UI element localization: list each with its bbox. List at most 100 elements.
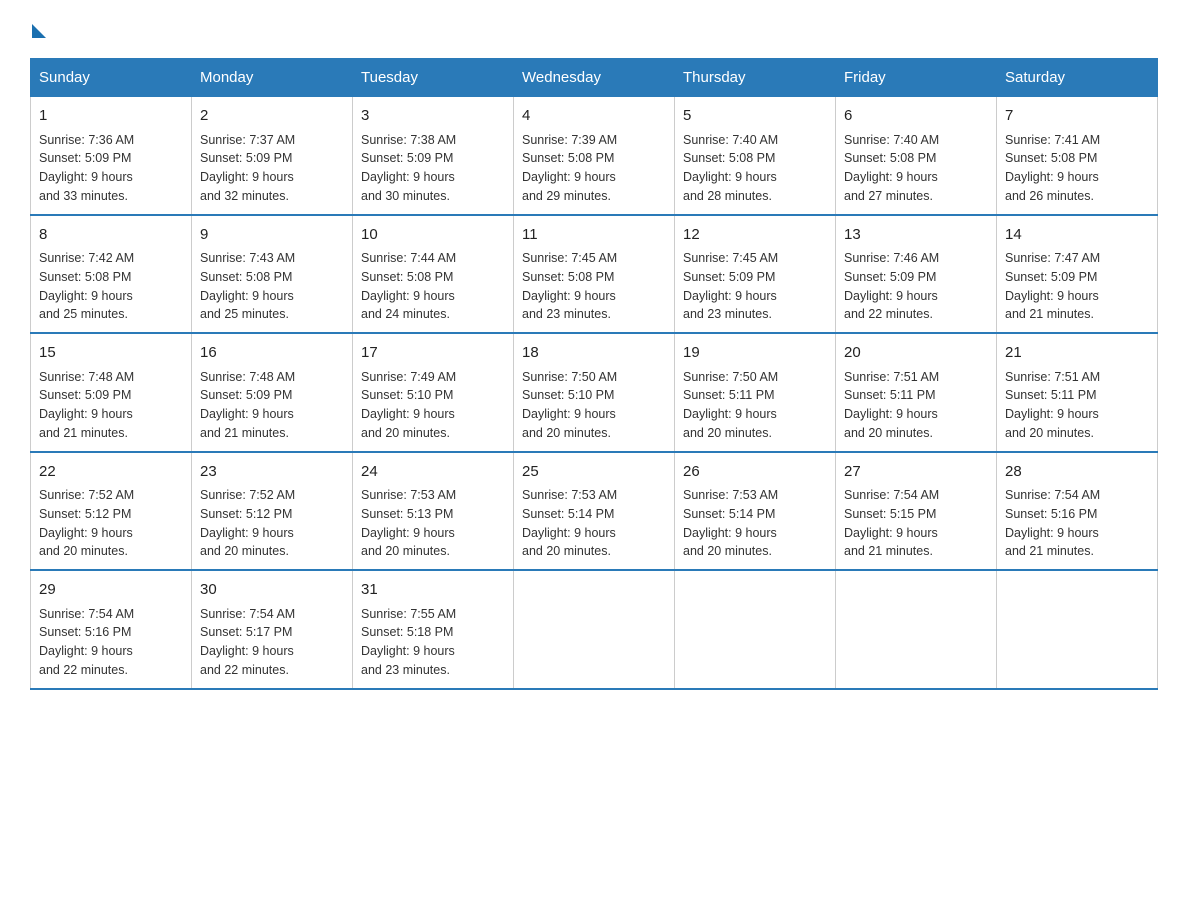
day-number: 29 — [39, 579, 183, 602]
calendar-day-cell: 24 Sunrise: 7:53 AMSunset: 5:13 PMDayligh… — [353, 452, 514, 571]
calendar-day-cell: 27 Sunrise: 7:54 AMSunset: 5:15 PMDayligh… — [836, 452, 997, 571]
day-info: Sunrise: 7:38 AMSunset: 5:09 PMDaylight:… — [361, 133, 456, 203]
calendar-day-cell: 31Sunrise: 7:55 AMSunset: 5:18 PMDayligh… — [353, 570, 514, 689]
page-header — [30, 20, 1158, 38]
calendar-day-cell: 4 Sunrise: 7:39 AMSunset: 5:08 PMDaylight… — [514, 97, 675, 215]
calendar-week-row: 8Sunrise: 7:42 AMSunset: 5:08 PMDaylight… — [31, 215, 1158, 334]
calendar-day-cell: 30Sunrise: 7:54 AMSunset: 5:17 PMDayligh… — [192, 570, 353, 689]
calendar-day-cell: 14Sunrise: 7:47 AMSunset: 5:09 PMDayligh… — [997, 215, 1158, 334]
day-number: 19 — [683, 342, 827, 365]
calendar-day-cell: 26Sunrise: 7:53 AMSunset: 5:14 PMDayligh… — [675, 452, 836, 571]
day-info: Sunrise: 7:45 AMSunset: 5:09 PMDaylight:… — [683, 251, 778, 321]
day-info: Sunrise: 7:43 AMSunset: 5:08 PMDaylight:… — [200, 251, 295, 321]
calendar-day-cell: 12 Sunrise: 7:45 AMSunset: 5:09 PMDayligh… — [675, 215, 836, 334]
logo — [30, 20, 46, 38]
day-info: Sunrise: 7:53 AMSunset: 5:14 PMDaylight:… — [522, 488, 617, 558]
calendar-day-cell: 18 Sunrise: 7:50 AMSunset: 5:10 PMDayligh… — [514, 333, 675, 452]
day-info: Sunrise: 7:47 AMSunset: 5:09 PMDaylight:… — [1005, 251, 1100, 321]
day-info: Sunrise: 7:54 AMSunset: 5:16 PMDaylight:… — [39, 607, 134, 677]
day-number: 8 — [39, 224, 183, 247]
day-info: Sunrise: 7:55 AMSunset: 5:18 PMDaylight:… — [361, 607, 456, 677]
calendar-table: SundayMondayTuesdayWednesdayThursdayFrid… — [30, 58, 1158, 690]
day-number: 5 — [683, 105, 827, 128]
day-number: 20 — [844, 342, 988, 365]
calendar-day-cell: 28 Sunrise: 7:54 AMSunset: 5:16 PMDayligh… — [997, 452, 1158, 571]
day-number: 1 — [39, 105, 183, 128]
day-number: 18 — [522, 342, 666, 365]
calendar-day-header: Saturday — [997, 59, 1158, 97]
day-number: 24 — [361, 461, 505, 484]
day-info: Sunrise: 7:54 AMSunset: 5:16 PMDaylight:… — [1005, 488, 1100, 558]
calendar-week-row: 15 Sunrise: 7:48 AMSunset: 5:09 PMDayligh… — [31, 333, 1158, 452]
day-number: 7 — [1005, 105, 1149, 128]
day-number: 3 — [361, 105, 505, 128]
day-number: 16 — [200, 342, 344, 365]
day-number: 28 — [1005, 461, 1149, 484]
day-info: Sunrise: 7:45 AMSunset: 5:08 PMDaylight:… — [522, 251, 617, 321]
day-info: Sunrise: 7:41 AMSunset: 5:08 PMDaylight:… — [1005, 133, 1100, 203]
calendar-day-header: Sunday — [31, 59, 192, 97]
day-info: Sunrise: 7:48 AMSunset: 5:09 PMDaylight:… — [39, 370, 134, 440]
day-info: Sunrise: 7:54 AMSunset: 5:15 PMDaylight:… — [844, 488, 939, 558]
calendar-day-cell: 23 Sunrise: 7:52 AMSunset: 5:12 PMDayligh… — [192, 452, 353, 571]
calendar-day-cell: 29 Sunrise: 7:54 AMSunset: 5:16 PMDayligh… — [31, 570, 192, 689]
calendar-header-row: SundayMondayTuesdayWednesdayThursdayFrid… — [31, 59, 1158, 97]
calendar-day-cell: 7 Sunrise: 7:41 AMSunset: 5:08 PMDaylight… — [997, 97, 1158, 215]
day-info: Sunrise: 7:54 AMSunset: 5:17 PMDaylight:… — [200, 607, 295, 677]
day-number: 4 — [522, 105, 666, 128]
day-number: 25 — [522, 461, 666, 484]
logo-triangle-icon — [32, 24, 46, 38]
calendar-day-cell: 1Sunrise: 7:36 AMSunset: 5:09 PMDaylight… — [31, 97, 192, 215]
day-info: Sunrise: 7:44 AMSunset: 5:08 PMDaylight:… — [361, 251, 456, 321]
calendar-body: 1Sunrise: 7:36 AMSunset: 5:09 PMDaylight… — [31, 97, 1158, 689]
day-info: Sunrise: 7:49 AMSunset: 5:10 PMDaylight:… — [361, 370, 456, 440]
day-number: 11 — [522, 224, 666, 247]
day-number: 12 — [683, 224, 827, 247]
calendar-day-cell: 11 Sunrise: 7:45 AMSunset: 5:08 PMDayligh… — [514, 215, 675, 334]
day-info: Sunrise: 7:39 AMSunset: 5:08 PMDaylight:… — [522, 133, 617, 203]
calendar-day-cell: 5Sunrise: 7:40 AMSunset: 5:08 PMDaylight… — [675, 97, 836, 215]
day-number: 15 — [39, 342, 183, 365]
day-info: Sunrise: 7:37 AMSunset: 5:09 PMDaylight:… — [200, 133, 295, 203]
calendar-day-cell: 13 Sunrise: 7:46 AMSunset: 5:09 PMDayligh… — [836, 215, 997, 334]
day-info: Sunrise: 7:40 AMSunset: 5:08 PMDaylight:… — [844, 133, 939, 203]
calendar-day-header: Friday — [836, 59, 997, 97]
calendar-day-header: Wednesday — [514, 59, 675, 97]
calendar-day-header: Monday — [192, 59, 353, 97]
calendar-day-header: Tuesday — [353, 59, 514, 97]
calendar-day-cell: 9 Sunrise: 7:43 AMSunset: 5:08 PMDaylight… — [192, 215, 353, 334]
day-info: Sunrise: 7:51 AMSunset: 5:11 PMDaylight:… — [844, 370, 939, 440]
calendar-day-cell: 16 Sunrise: 7:48 AMSunset: 5:09 PMDayligh… — [192, 333, 353, 452]
calendar-week-row: 1Sunrise: 7:36 AMSunset: 5:09 PMDaylight… — [31, 97, 1158, 215]
calendar-day-cell: 2 Sunrise: 7:37 AMSunset: 5:09 PMDaylight… — [192, 97, 353, 215]
calendar-day-cell: 3 Sunrise: 7:38 AMSunset: 5:09 PMDaylight… — [353, 97, 514, 215]
calendar-day-cell: 10 Sunrise: 7:44 AMSunset: 5:08 PMDayligh… — [353, 215, 514, 334]
calendar-day-cell — [836, 570, 997, 689]
calendar-day-cell: 6 Sunrise: 7:40 AMSunset: 5:08 PMDaylight… — [836, 97, 997, 215]
day-number: 9 — [200, 224, 344, 247]
calendar-day-cell: 25 Sunrise: 7:53 AMSunset: 5:14 PMDayligh… — [514, 452, 675, 571]
calendar-day-header: Thursday — [675, 59, 836, 97]
day-info: Sunrise: 7:50 AMSunset: 5:11 PMDaylight:… — [683, 370, 778, 440]
day-info: Sunrise: 7:53 AMSunset: 5:13 PMDaylight:… — [361, 488, 456, 558]
calendar-day-cell: 21Sunrise: 7:51 AMSunset: 5:11 PMDayligh… — [997, 333, 1158, 452]
day-number: 17 — [361, 342, 505, 365]
calendar-day-cell: 20 Sunrise: 7:51 AMSunset: 5:11 PMDayligh… — [836, 333, 997, 452]
day-number: 13 — [844, 224, 988, 247]
calendar-day-cell — [675, 570, 836, 689]
calendar-week-row: 29 Sunrise: 7:54 AMSunset: 5:16 PMDayligh… — [31, 570, 1158, 689]
calendar-day-cell — [997, 570, 1158, 689]
day-number: 6 — [844, 105, 988, 128]
day-info: Sunrise: 7:48 AMSunset: 5:09 PMDaylight:… — [200, 370, 295, 440]
day-number: 10 — [361, 224, 505, 247]
day-number: 27 — [844, 461, 988, 484]
day-info: Sunrise: 7:46 AMSunset: 5:09 PMDaylight:… — [844, 251, 939, 321]
day-info: Sunrise: 7:52 AMSunset: 5:12 PMDaylight:… — [200, 488, 295, 558]
day-info: Sunrise: 7:50 AMSunset: 5:10 PMDaylight:… — [522, 370, 617, 440]
calendar-day-cell: 15 Sunrise: 7:48 AMSunset: 5:09 PMDayligh… — [31, 333, 192, 452]
day-number: 23 — [200, 461, 344, 484]
calendar-day-cell: 19 Sunrise: 7:50 AMSunset: 5:11 PMDayligh… — [675, 333, 836, 452]
calendar-day-cell — [514, 570, 675, 689]
day-number: 26 — [683, 461, 827, 484]
day-number: 2 — [200, 105, 344, 128]
